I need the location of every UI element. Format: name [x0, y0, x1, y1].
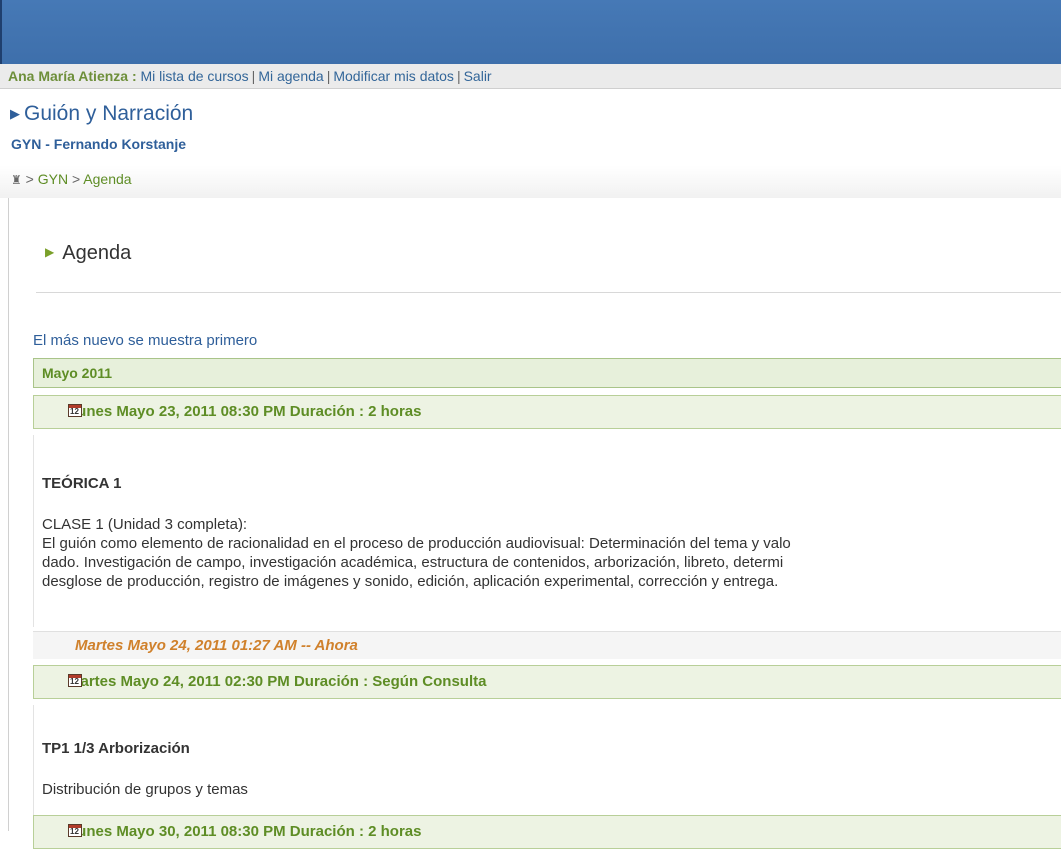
breadcrumb-sep: >	[25, 171, 34, 187]
order-note[interactable]: El más nuevo se muestra primero	[33, 332, 257, 349]
triangle-right-icon: ▶	[45, 245, 55, 259]
home-icon[interactable]: ♜	[11, 173, 22, 187]
month-header: Mayo 2011	[33, 358, 1061, 388]
user-name: Ana María Atienza :	[8, 68, 137, 84]
event-title: TEÓRICA 1	[42, 475, 122, 492]
event-line: desglose de producción, registro de imág…	[42, 573, 779, 590]
event-line: Distribución de grupos y temas	[42, 781, 248, 798]
my-courses-link[interactable]: Mi lista de cursos	[141, 68, 249, 84]
triangle-right-icon: ▶	[10, 106, 20, 121]
agenda-heading-text: Agenda	[62, 242, 132, 264]
event-line: CLASE 1 (Unidad 3 completa):	[42, 516, 248, 533]
event-header[interactable]: Martes Mayo 24, 2011 02:30 PM Duración :…	[33, 665, 1061, 699]
breadcrumb-current: Agenda	[83, 171, 132, 187]
course-title-text: Guión y Narración	[24, 102, 194, 125]
event-datetime: Lunes Mayo 23, 2011 08:30 PM Duración : …	[68, 403, 422, 420]
separator: |	[326, 68, 331, 84]
divider	[36, 292, 1061, 293]
separator: |	[251, 68, 256, 84]
agenda-heading: ▶ Agenda	[45, 242, 131, 265]
event-datetime: Martes Mayo 24, 2011 02:30 PM Duración :…	[68, 673, 487, 690]
now-marker: Martes Mayo 24, 2011 01:27 AM -- Ahora	[33, 631, 1061, 659]
course-title[interactable]: ▶ Guión y Narración	[10, 102, 193, 126]
calendar-icon	[68, 404, 82, 417]
event-header[interactable]: Lunes Mayo 23, 2011 08:30 PM Duración : …	[33, 395, 1061, 429]
event-title: TP1 1/3 Arborización	[42, 740, 190, 757]
calendar-icon	[68, 674, 82, 687]
breadcrumb-course[interactable]: GYN	[38, 171, 68, 187]
course-header: ▶ Guión y Narración GYN - Fernando Korsta…	[0, 90, 1061, 198]
event-datetime: Lunes Mayo 30, 2011 08:30 PM Duración : …	[68, 823, 422, 840]
course-subtitle: GYN - Fernando Korstanje	[11, 136, 187, 152]
separator: |	[456, 68, 461, 84]
logout-link[interactable]: Salir	[464, 68, 492, 84]
breadcrumb: ♜ > GYN > Agenda	[11, 171, 132, 187]
my-agenda-link[interactable]: Mi agenda	[258, 68, 323, 84]
user-bar: Ana María Atienza : Mi lista de cursos | M…	[0, 64, 1061, 89]
top-banner	[0, 0, 1061, 64]
breadcrumb-sep: >	[71, 171, 81, 187]
event-line: dado. Investigación de campo, investigac…	[42, 554, 784, 571]
event-header[interactable]: Lunes Mayo 30, 2011 08:30 PM Duración : …	[33, 815, 1061, 849]
event-line: El guión como elemento de racionalidad e…	[42, 535, 791, 552]
edit-profile-link[interactable]: Modificar mis datos	[333, 68, 454, 84]
banner-edge	[0, 0, 2, 64]
